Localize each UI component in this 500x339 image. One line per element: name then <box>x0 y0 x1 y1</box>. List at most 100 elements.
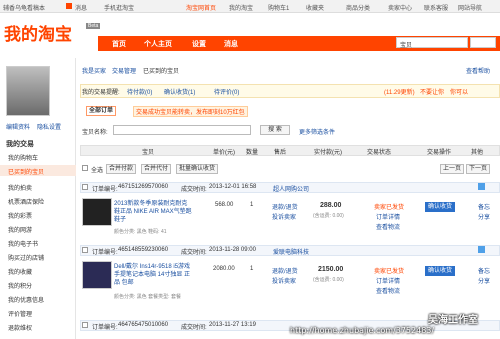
sitemap-link[interactable]: 网站导航 <box>458 3 482 12</box>
select-all-label: 全选 <box>91 168 104 174</box>
order-no: 465148559230060 <box>118 247 169 253</box>
logistics-link[interactable]: 查看物流 <box>376 222 400 231</box>
select-all-checkbox[interactable] <box>82 165 88 171</box>
reminder-unpaid[interactable]: 待付款(0) <box>127 87 152 96</box>
col-status[interactable]: 交易状态 <box>367 147 391 156</box>
filter-search-button[interactable]: 搜 索 <box>260 125 290 135</box>
reminder-note2: 你可以 <box>450 90 469 96</box>
item-name-input[interactable] <box>113 125 251 135</box>
refund-link[interactable]: 退款/退货 <box>272 266 298 275</box>
share-link[interactable]: 分享 <box>478 276 490 285</box>
seller-center-link[interactable]: 卖家中心 <box>388 3 412 12</box>
product-title[interactable]: 2013新款冬季原装耐克耐克鞋正品 NIKE AIR MAX气垫跑鞋子 <box>114 200 192 224</box>
mobile-link[interactable]: 手机逛淘宝 <box>104 3 134 12</box>
quantity: 1 <box>250 202 254 208</box>
sidebar-item-cart[interactable]: 我的购物车 <box>8 153 38 162</box>
next-page-button[interactable]: 下一页 <box>466 164 491 174</box>
sidebar-item-reviews[interactable]: 评价管理 <box>8 309 32 318</box>
sidebar-item-travel[interactable]: 机票酒店保险 <box>8 197 44 206</box>
confirm-receipt-button[interactable]: 确认收货 <box>425 266 456 276</box>
product-title[interactable]: Dell/戴尔 Ins14r-9518 i5游戏手提笔记本电脑 14寸独显 正品… <box>114 263 192 287</box>
privacy-link[interactable]: 隐私设置 <box>37 122 61 131</box>
sidebar-item-coupons[interactable]: 我的优惠信息 <box>8 295 44 304</box>
breadcrumb-trade[interactable]: 交易管理 <box>112 66 136 75</box>
logistics-link[interactable]: 查看物流 <box>376 286 400 295</box>
my-taobao-logo[interactable]: 我的淘宝 <box>4 20 72 45</box>
category-link[interactable]: 商品分类 <box>346 3 370 12</box>
search-button[interactable] <box>470 37 496 48</box>
shop-link[interactable]: 爱联电脑科技 <box>273 247 309 256</box>
order-status: 卖家已发货 <box>374 205 405 211</box>
col-after: 售后 <box>274 150 287 156</box>
beta-badge: Beta <box>86 23 101 29</box>
col-other: 其他 <box>471 150 484 156</box>
complain-link[interactable]: 投诉卖家 <box>272 276 296 285</box>
complain-link[interactable]: 投诉卖家 <box>272 212 296 221</box>
col-qty: 数量 <box>246 150 259 156</box>
nav-settings[interactable]: 设置 <box>192 39 206 49</box>
paid-amount: 2150.00 <box>318 266 344 273</box>
message-icon[interactable] <box>66 3 72 9</box>
taobao-home-link[interactable]: 淘宝网首页 <box>186 3 216 12</box>
search-input[interactable]: 宝贝 <box>396 37 468 49</box>
col-item: 宝贝 <box>142 150 155 156</box>
order-checkbox[interactable] <box>82 184 88 190</box>
memo-link[interactable]: 备忘 <box>478 266 490 275</box>
order-time: 2013-11-27 13:19 <box>209 322 256 328</box>
favorites-link[interactable]: 收藏夹 <box>306 3 324 12</box>
cart-link[interactable]: 购物车1 <box>268 3 289 12</box>
product-thumbnail[interactable] <box>82 198 112 226</box>
col-action: 交易操作 <box>427 150 452 156</box>
order-checkbox[interactable] <box>82 247 88 253</box>
nav-messages[interactable]: 消息 <box>224 39 238 49</box>
reminder-confirm[interactable]: 确认收货(1) <box>164 87 195 96</box>
share-link[interactable]: 分享 <box>478 212 490 221</box>
watermark-title: 吴海工作室 <box>428 315 478 326</box>
sidebar-item-lottery[interactable]: 我的彩票 <box>8 211 32 220</box>
batch-confirm-button[interactable]: 批量确认收货 <box>176 164 219 174</box>
reminder-note: 不要让你 <box>420 90 445 96</box>
breadcrumb-buyer[interactable]: 我是买家 <box>82 66 106 75</box>
user-greeting[interactable]: 辅香乌龟看稿本 <box>3 3 45 12</box>
refund-link[interactable]: 退款/退货 <box>272 202 298 211</box>
nav-home[interactable]: 首页 <box>112 39 126 49</box>
more-filters-link[interactable]: 更多筛选条件 <box>299 127 335 136</box>
shop-link[interactable]: 超人网购公司 <box>273 184 309 193</box>
avatar[interactable] <box>6 66 50 116</box>
paid-amount: 288.00 <box>320 202 342 209</box>
watermark-url: http://home.zhubajie.com/3752483/ <box>290 326 435 335</box>
order-detail-link[interactable]: 订单详情 <box>376 212 400 221</box>
confirm-receipt-button[interactable]: 确认收货 <box>425 202 456 212</box>
order-checkbox[interactable] <box>82 322 88 328</box>
help-link[interactable]: 查看帮助 <box>466 66 490 75</box>
prev-page-button[interactable]: 上一页 <box>440 164 465 174</box>
shipping-note: (含运费: 0.00) <box>313 213 344 219</box>
unit-price: 2080.00 <box>213 266 235 272</box>
order-detail-link[interactable]: 订单详情 <box>376 276 400 285</box>
sidebar-item-ebooks[interactable]: 我的电子书 <box>8 239 38 248</box>
chat-icon[interactable] <box>478 183 485 190</box>
service-link[interactable]: 联系客服 <box>424 3 448 12</box>
sidebar-item-auction[interactable]: 我的拍卖 <box>8 183 32 192</box>
sidebar-item-bought[interactable]: 已买到的宝贝 <box>8 167 44 176</box>
sidebar-item-shops[interactable]: 购买过的店铺 <box>8 253 44 262</box>
merge-proxy-button[interactable]: 合并代付 <box>141 164 172 174</box>
order-time-label: 成交时间: <box>181 250 207 256</box>
all-orders-tab[interactable]: 全部订单 <box>86 106 117 116</box>
nav-profile[interactable]: 个人主页 <box>144 39 172 49</box>
product-thumbnail[interactable] <box>82 261 112 289</box>
promo-notice[interactable]: 交易成功宝贝能转卖，发布即刻10万红包 <box>133 106 248 117</box>
my-taobao-link[interactable]: 我的淘宝 <box>229 3 253 12</box>
order-no-label: 订单编号: <box>92 250 118 256</box>
reminder-review[interactable]: 待评价(0) <box>214 87 239 96</box>
memo-link[interactable]: 备忘 <box>478 202 490 211</box>
messages-link[interactable]: 消息 <box>75 3 87 12</box>
sidebar-item-games[interactable]: 我的网游 <box>8 225 32 234</box>
sidebar-item-points[interactable]: 我的积分 <box>8 281 32 290</box>
sidebar-item-favorites[interactable]: 我的收藏 <box>8 267 32 276</box>
edit-profile-link[interactable]: 编辑资料 <box>6 122 30 131</box>
sidebar-item-refunds[interactable]: 退款维权 <box>8 323 32 332</box>
merge-pay-button[interactable]: 合并付款 <box>106 164 137 174</box>
reminder-label: 我的交易提醒: <box>82 90 120 96</box>
chat-icon[interactable] <box>478 246 485 253</box>
